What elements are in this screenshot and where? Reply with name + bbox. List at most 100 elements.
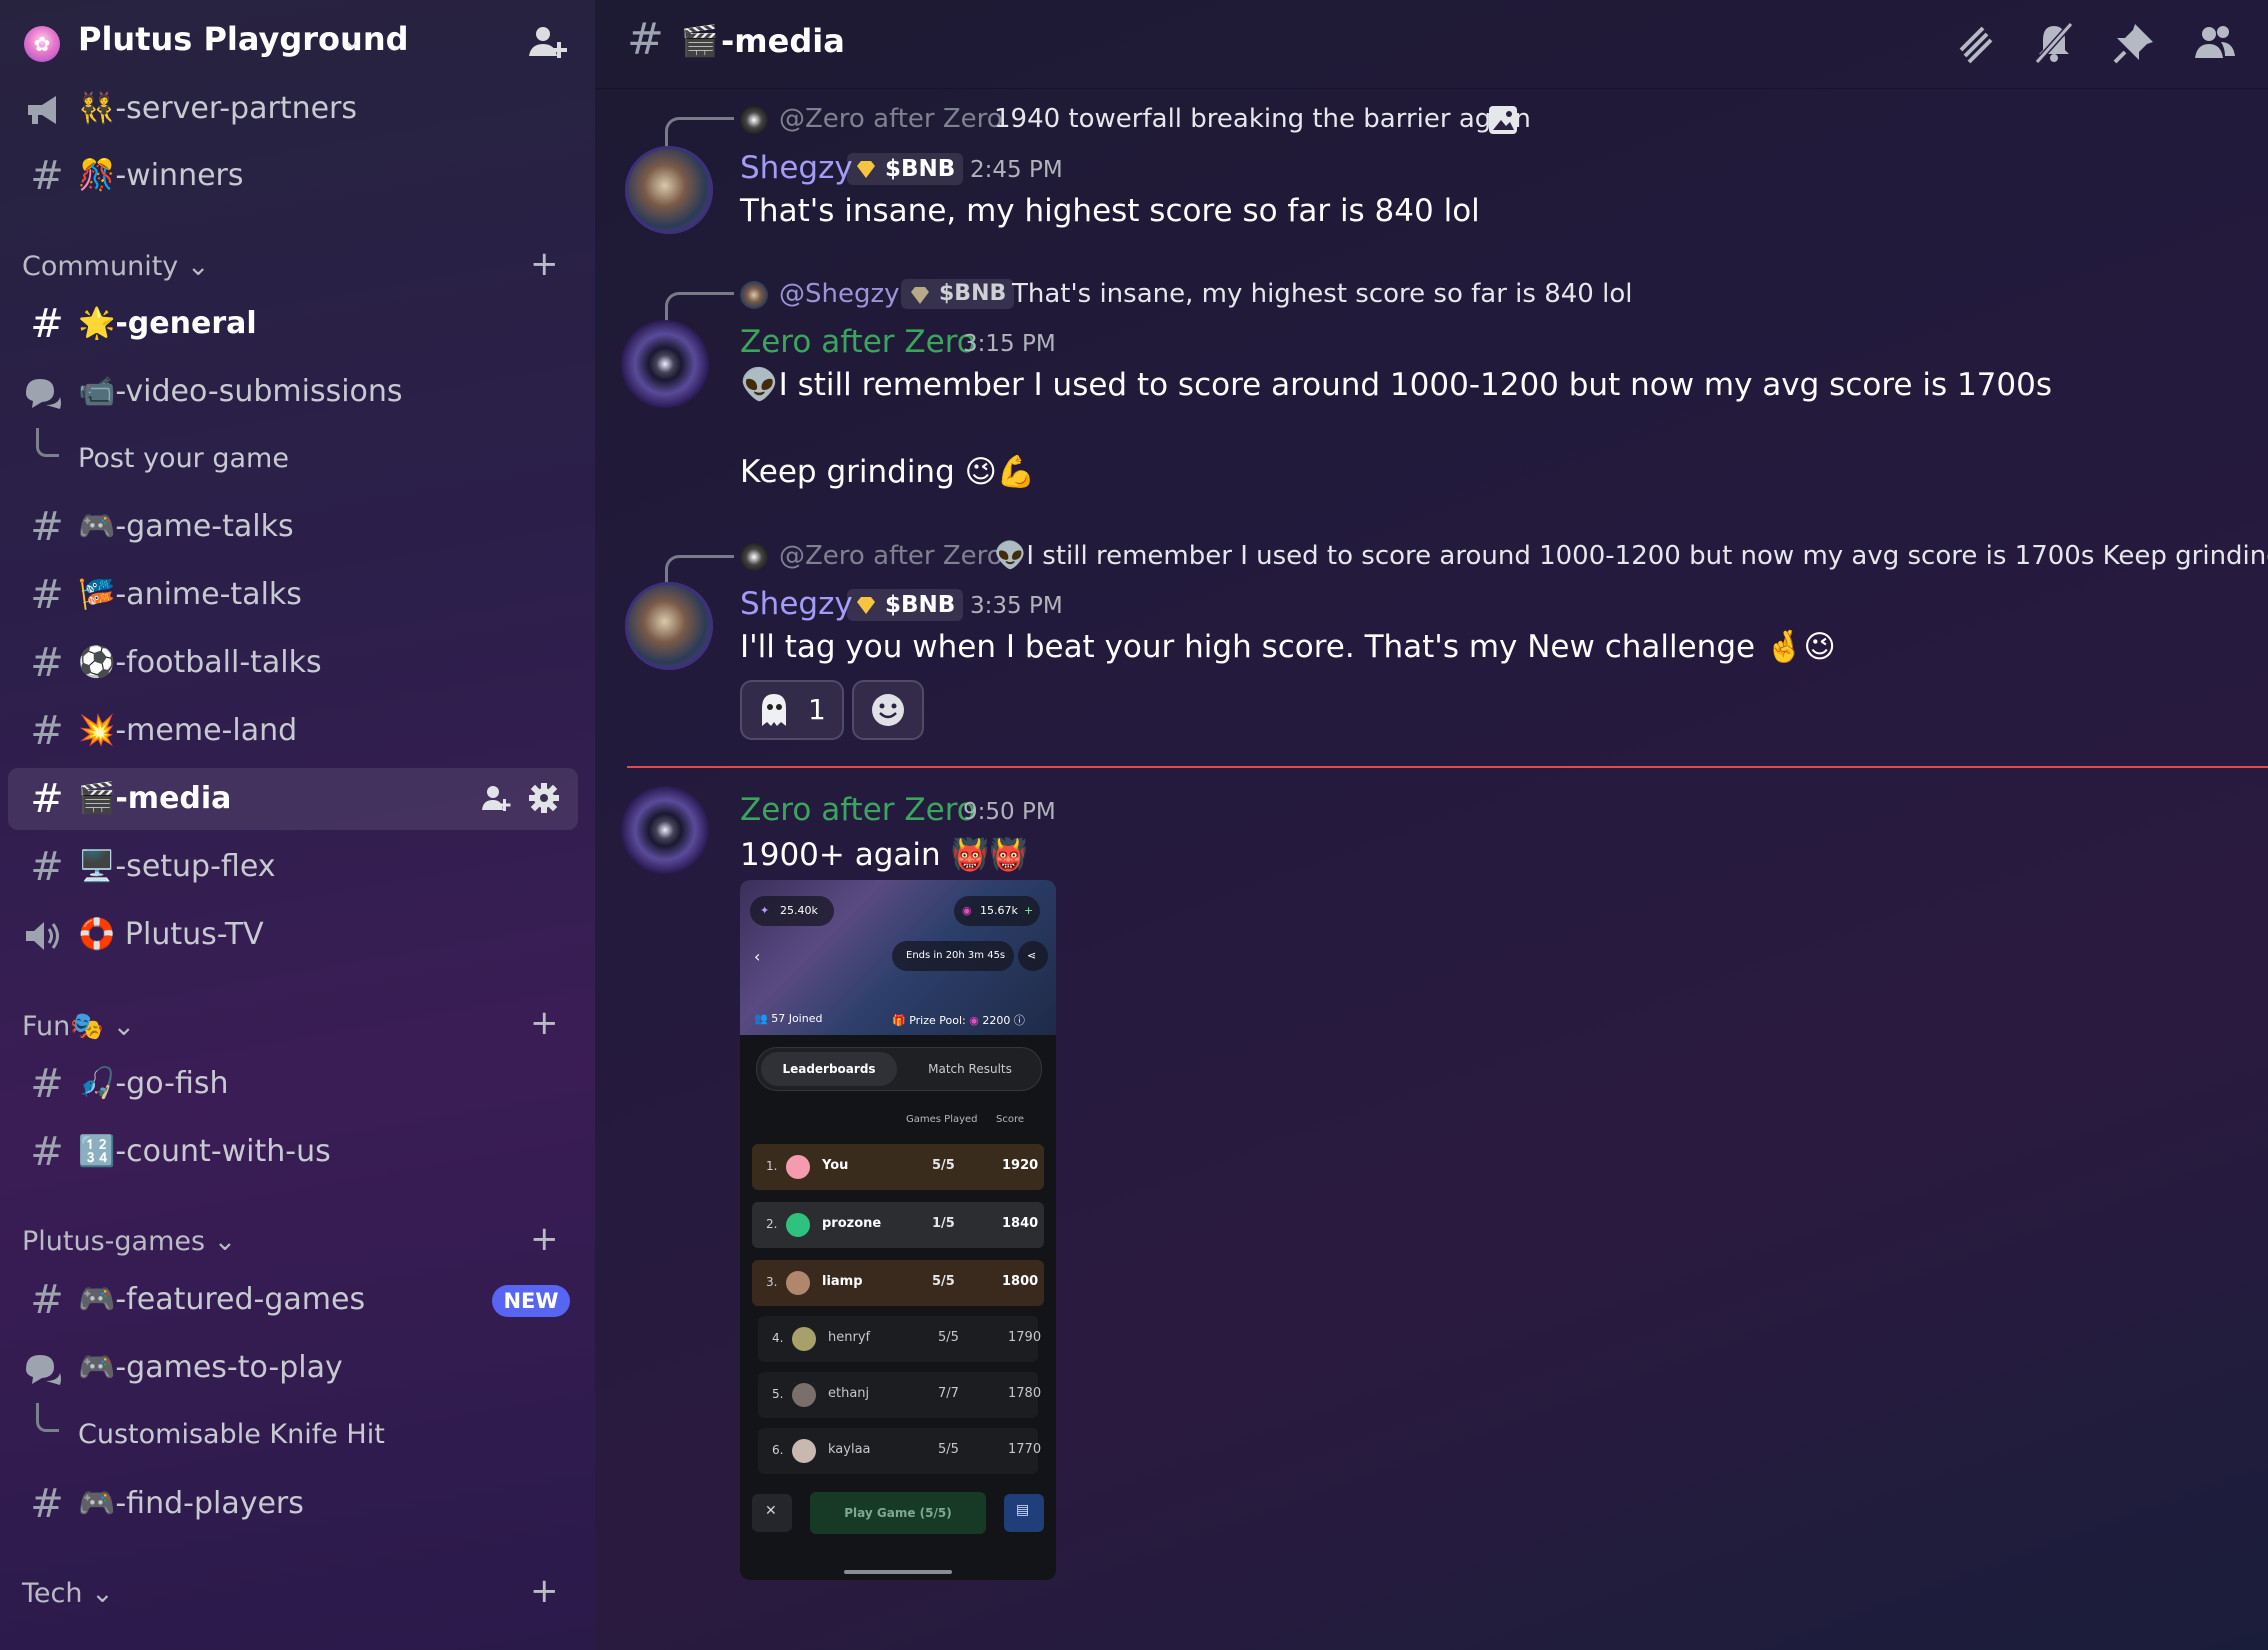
reply-avatar[interactable] — [740, 543, 768, 571]
hash-icon: # — [30, 776, 64, 822]
username[interactable]: Zero after Zero — [740, 792, 976, 828]
channel-anime-talks[interactable]: # 🎏-anime-talks — [8, 564, 578, 626]
hash-icon: # — [30, 1061, 64, 1107]
channel-name: 💥-meme-land — [78, 713, 298, 748]
channel-server-partners[interactable]: 👯-server-partners — [8, 78, 578, 140]
category-plutus-games[interactable]: Plutus-games ⌄ — [22, 1226, 236, 1257]
channel-video-submissions[interactable]: 📹-video-submissions — [8, 361, 578, 423]
forum-icon — [26, 1355, 61, 1385]
channel-count-with-us[interactable]: # 🔢-count-with-us — [8, 1121, 578, 1183]
pin-icon[interactable] — [2111, 20, 2157, 66]
reaction-ghost[interactable]: 1 — [740, 680, 844, 740]
table-row: 3. liamp 5/5 1800 — [752, 1260, 1044, 1306]
reply-avatar[interactable] — [740, 281, 768, 309]
avatar — [792, 1383, 816, 1407]
channel-name: ⚽-football-talks — [78, 645, 322, 680]
calendar-icon: ▤ — [1004, 1494, 1044, 1532]
channel-name: 📹-video-submissions — [78, 374, 403, 409]
channel-meme-land[interactable]: # 💥-meme-land — [8, 700, 578, 762]
create-channel-plus-icon[interactable]: + — [530, 244, 559, 284]
channel-name: 👯-server-partners — [78, 91, 358, 126]
reply-mention[interactable]: @Zero after Zero — [779, 104, 1003, 134]
channel-name: 🎊-winners — [78, 158, 244, 193]
forum-icon — [26, 379, 61, 409]
avatar[interactable] — [621, 786, 709, 874]
tab-leaderboards: Leaderboards — [761, 1052, 897, 1086]
channel-name: 🎮-find-players — [78, 1486, 304, 1521]
gear-icon[interactable] — [528, 782, 560, 814]
member-list-icon[interactable] — [2191, 20, 2237, 66]
create-channel-plus-icon[interactable]: + — [530, 1571, 559, 1611]
avatar — [792, 1439, 816, 1463]
channel-featured-games[interactable]: # 🎮-featured-games NEW — [8, 1269, 578, 1331]
invite-people-icon[interactable] — [525, 20, 569, 64]
avatar[interactable] — [621, 320, 709, 408]
server-logo-icon: ✿ — [24, 26, 60, 62]
channel-winners[interactable]: # 🎊-winners — [8, 145, 578, 207]
megaphone-icon — [28, 96, 56, 124]
coin-icon: ◉ — [969, 1014, 979, 1027]
username[interactable]: Shegzy — [740, 150, 853, 186]
thread-customisable-knife-hit[interactable]: Customisable Knife Hit — [78, 1419, 385, 1450]
create-invite-icon[interactable] — [480, 782, 512, 814]
hash-icon: # — [30, 572, 64, 618]
server-header[interactable]: ✿ Plutus Playground ⌄ — [0, 0, 595, 88]
image-attachment[interactable]: ✦ 25.40k ◉ 15.67k + ‹ Ends in 20h 3m 45s… — [740, 880, 1056, 1580]
message-text: Keep grinding 😉💪 — [740, 454, 1036, 490]
timestamp: 9:50 PM — [963, 799, 1056, 825]
reply-mention[interactable]: @Shegzy — [779, 279, 900, 309]
channel-name: 🛟 Plutus-TV — [78, 917, 264, 952]
channel-find-players[interactable]: # 🎮-find-players — [8, 1473, 578, 1535]
channel-sidebar: ✿ Plutus Playground ⌄ 👯-server-partners … — [0, 0, 595, 1650]
table-row: 4. henryf 5/5 1790 — [758, 1316, 1041, 1362]
username[interactable]: Zero after Zero — [740, 324, 976, 360]
message-text: I'll tag you when I beat your high score… — [740, 629, 1836, 665]
channel-setup-flex[interactable]: # 🖥️-setup-flex — [8, 836, 578, 898]
category-community[interactable]: Community ⌄ — [22, 251, 209, 282]
channel-go-fish[interactable]: # 🎣-go-fish — [8, 1053, 578, 1115]
username[interactable]: Shegzy — [740, 586, 853, 622]
avatar[interactable] — [625, 582, 713, 670]
reply-avatar[interactable] — [740, 106, 768, 134]
smiley-add-icon — [872, 694, 904, 726]
back-arrow-icon: ‹ — [754, 947, 761, 966]
channel-game-talks[interactable]: # 🎮-game-talks — [8, 496, 578, 558]
create-channel-plus-icon[interactable]: + — [530, 1219, 559, 1259]
reply-mention[interactable]: @Zero after Zero — [779, 541, 1003, 571]
hash-icon: # — [30, 1481, 64, 1527]
thread-post-your-game[interactable]: Post your game — [78, 443, 289, 474]
threads-icon[interactable] — [1953, 20, 1999, 66]
channel-games-to-play[interactable]: 🎮-games-to-play — [8, 1337, 578, 1399]
add-reaction-button[interactable] — [852, 680, 924, 740]
hash-icon: # — [30, 844, 64, 890]
message-text: That's insane, my highest score so far i… — [740, 193, 1480, 229]
reply-preview[interactable]: 👽I still remember I used to score around… — [994, 541, 2268, 571]
col-games-played: Games Played — [906, 1114, 978, 1125]
create-channel-plus-icon[interactable]: + — [530, 1003, 559, 1043]
channel-media[interactable]: # 🎬-media — [8, 768, 578, 830]
notification-muted-icon[interactable] — [2031, 20, 2077, 66]
joined-count: 👥 57 Joined — [754, 1012, 823, 1025]
reply-preview[interactable]: That's insane, my highest score so far i… — [1012, 279, 1632, 309]
channel-football-talks[interactable]: # ⚽-football-talks — [8, 632, 578, 694]
avatar — [786, 1213, 810, 1237]
category-tech[interactable]: Tech ⌄ — [22, 1578, 114, 1609]
channel-name: 🎮-featured-games — [78, 1282, 366, 1317]
speaker-icon — [26, 922, 59, 950]
leaderboard-tabs: Leaderboards Match Results — [756, 1047, 1042, 1091]
avatar[interactable] — [625, 146, 713, 234]
hash-icon: # — [30, 1277, 64, 1323]
reply-preview[interactable]: 1940 towerfall breaking the barrier agai… — [994, 104, 1531, 134]
users-icon: 👥 — [754, 1012, 768, 1025]
category-fun[interactable]: Fun🎭 ⌄ — [22, 1010, 135, 1042]
ghost-icon — [762, 694, 786, 726]
channel-general[interactable]: # 🌟-general — [8, 293, 578, 355]
hash-icon: # — [30, 640, 64, 686]
new-badge: NEW — [492, 1285, 570, 1317]
tools-icon: ✕ — [752, 1494, 792, 1532]
channel-plutus-tv[interactable]: 🛟 Plutus-TV — [8, 904, 578, 966]
avatar — [792, 1327, 816, 1351]
hash-icon: # — [30, 504, 64, 550]
channel-name: 🖥️-setup-flex — [78, 849, 276, 884]
chevron-down-icon[interactable]: ⌄ — [342, 26, 362, 54]
